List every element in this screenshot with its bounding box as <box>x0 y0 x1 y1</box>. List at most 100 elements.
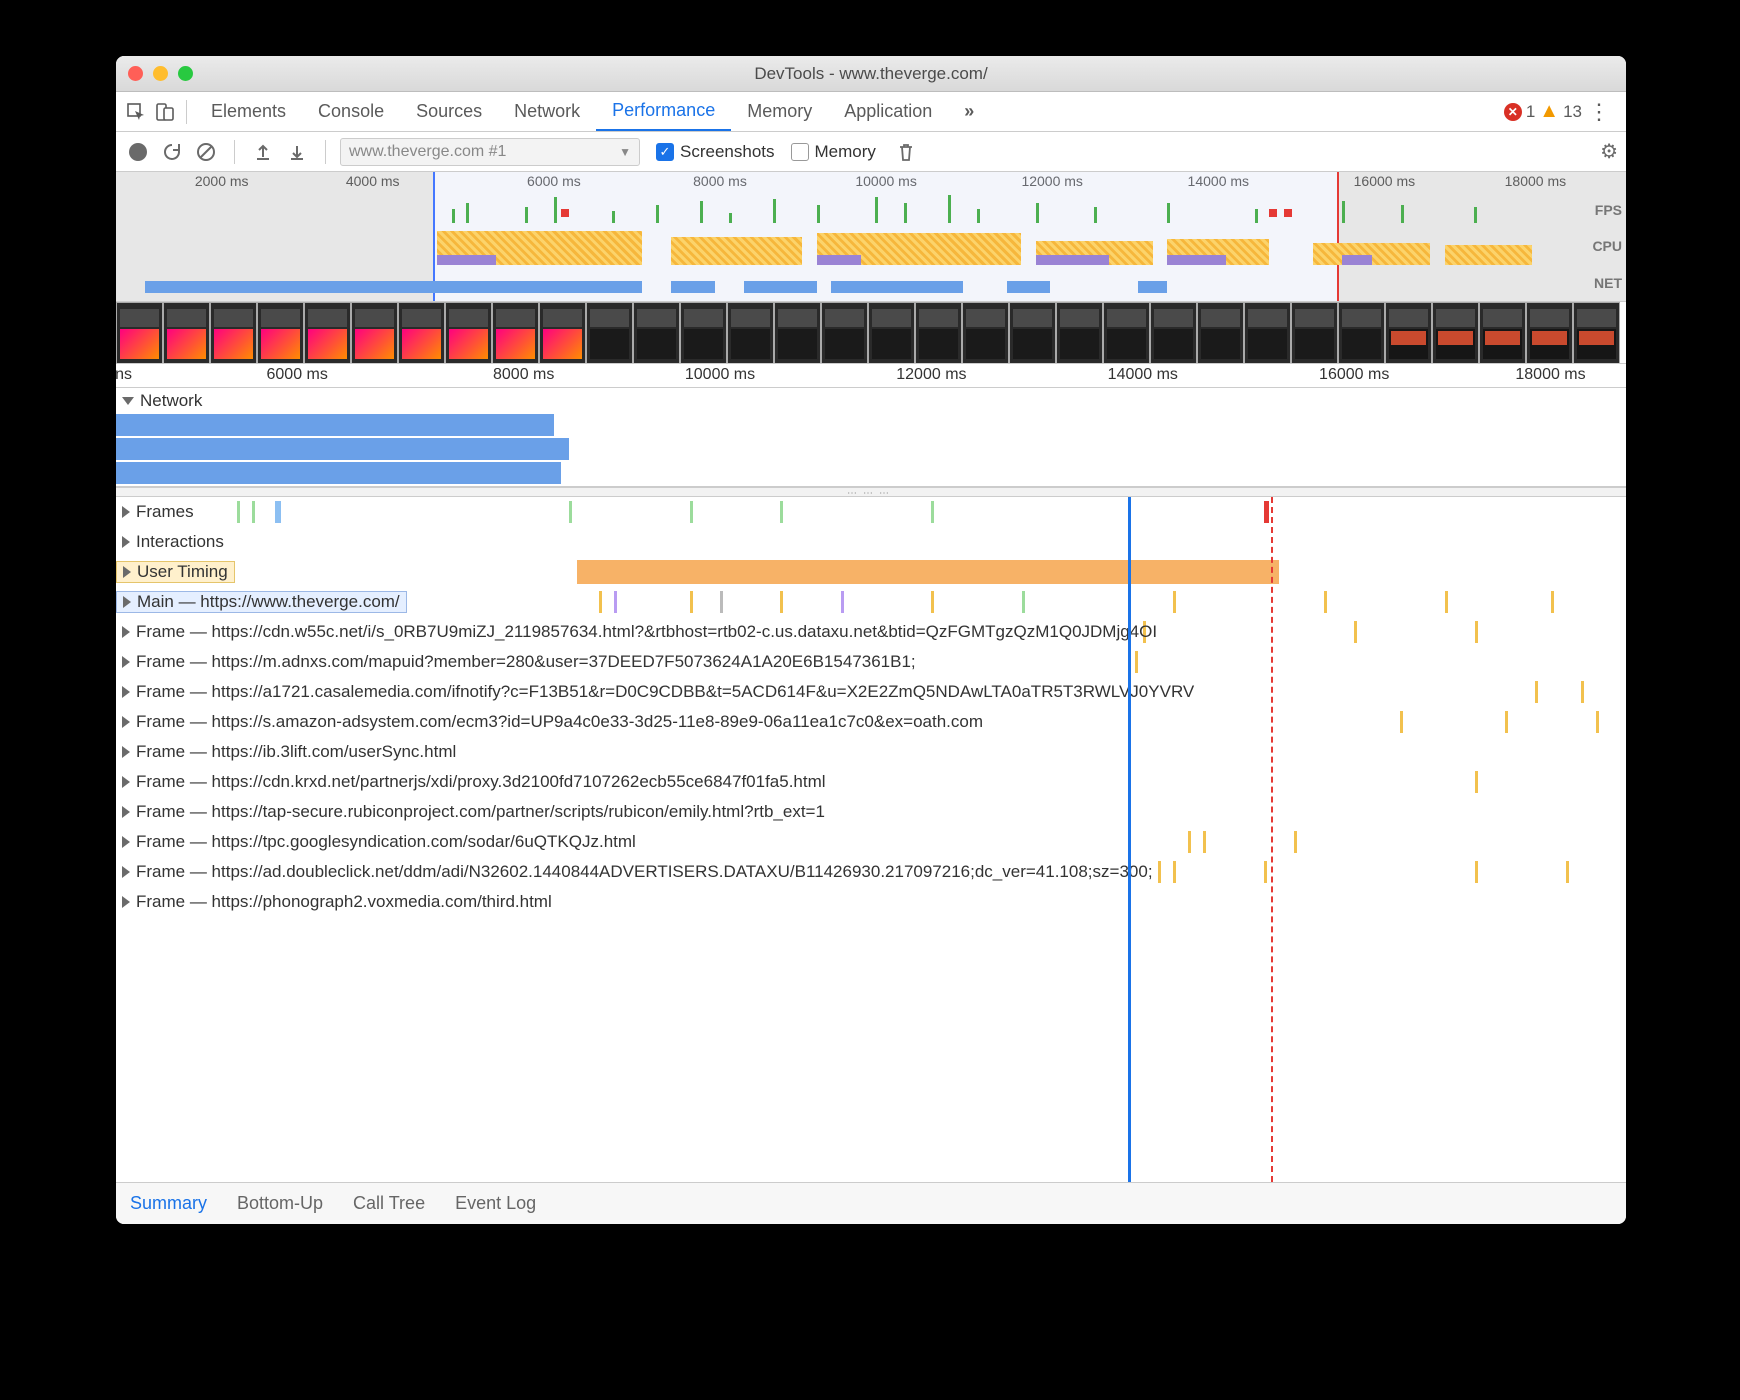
error-warning-badge[interactable]: ✕ 1 ▲ 13 <box>1504 100 1582 123</box>
filmstrip-thumb[interactable] <box>774 302 821 364</box>
tab-summary[interactable]: Summary <box>130 1193 207 1214</box>
tab-network[interactable]: Network <box>498 92 596 131</box>
load-profile-button[interactable] <box>249 138 277 166</box>
frame-row[interactable]: Frame — https://cdn.krxd.net/partnerjs/x… <box>116 767 1626 797</box>
maximize-window-button[interactable] <box>178 66 193 81</box>
inspect-element-icon[interactable] <box>122 98 150 126</box>
filmstrip-thumb[interactable] <box>633 302 680 364</box>
filmstrip-thumb[interactable] <box>539 302 586 364</box>
frame-row[interactable]: Frame — https://m.adnxs.com/mapuid?membe… <box>116 647 1626 677</box>
memory-label: Memory <box>815 142 876 162</box>
tab-sources[interactable]: Sources <box>400 92 498 131</box>
frame-row[interactable]: Frame — https://tpc.googlesyndication.co… <box>116 827 1626 857</box>
performance-toolbar: www.theverge.com #1 ▼ ✓ Screenshots Memo… <box>116 132 1626 172</box>
record-button[interactable] <box>124 138 152 166</box>
filmstrip-thumb[interactable] <box>351 302 398 364</box>
filmstrip-thumb[interactable] <box>586 302 633 364</box>
reload-record-button[interactable] <box>158 138 186 166</box>
tab-elements[interactable]: Elements <box>195 92 302 131</box>
frame-label: Frame — https://m.adnxs.com/mapuid?membe… <box>136 652 916 672</box>
tabs-overflow-icon[interactable]: » <box>948 92 990 131</box>
filmstrip-thumb[interactable] <box>1385 302 1432 364</box>
filmstrip-thumb[interactable] <box>1103 302 1150 364</box>
network-section: Network <box>116 388 1626 487</box>
filmstrip-thumb[interactable] <box>727 302 774 364</box>
frame-row[interactable]: Frame — https://ib.3lift.com/userSync.ht… <box>116 737 1626 767</box>
main-thread-row[interactable]: Main — https://www.theverge.com/ <box>116 587 1626 617</box>
disclosure-right-icon <box>122 836 130 848</box>
flame-chart[interactable]: Frames Interactions User Timing Main — h… <box>116 497 1626 1182</box>
filmstrip-thumb[interactable] <box>1432 302 1479 364</box>
save-profile-button[interactable] <box>283 138 311 166</box>
frame-label: Frame — https://cdn.krxd.net/partnerjs/x… <box>136 772 826 792</box>
frame-label: Frame — https://ib.3lift.com/userSync.ht… <box>136 742 456 762</box>
playhead-current[interactable] <box>1128 497 1131 1182</box>
memory-checkbox[interactable] <box>791 143 809 161</box>
filmstrip-thumb[interactable] <box>398 302 445 364</box>
close-window-button[interactable] <box>128 66 143 81</box>
tab-performance[interactable]: Performance <box>596 92 731 131</box>
minimize-window-button[interactable] <box>153 66 168 81</box>
tab-call-tree[interactable]: Call Tree <box>353 1193 425 1214</box>
filmstrip-thumb[interactable] <box>304 302 351 364</box>
network-header[interactable]: Network <box>116 388 1626 414</box>
user-timing-row[interactable]: User Timing <box>116 557 1626 587</box>
tab-event-log[interactable]: Event Log <box>455 1193 536 1214</box>
filmstrip-thumb[interactable] <box>210 302 257 364</box>
filmstrip-thumb[interactable] <box>1056 302 1103 364</box>
filmstrip-thumb[interactable] <box>1291 302 1338 364</box>
filmstrip-thumb[interactable] <box>1009 302 1056 364</box>
recording-selector-value: www.theverge.com #1 <box>349 143 506 161</box>
filmstrip-thumb[interactable] <box>915 302 962 364</box>
tab-bottom-up[interactable]: Bottom-Up <box>237 1193 323 1214</box>
error-icon: ✕ <box>1504 103 1522 121</box>
detail-ruler[interactable]: ns6000 ms8000 ms10000 ms12000 ms14000 ms… <box>116 364 1626 388</box>
frame-row[interactable]: Frame — https://cdn.w55c.net/i/s_0RB7U9m… <box>116 617 1626 647</box>
clear-button[interactable] <box>192 138 220 166</box>
device-toggle-icon[interactable] <box>150 98 178 126</box>
frames-row[interactable]: Frames <box>116 497 1626 527</box>
filmstrip-thumb[interactable] <box>1150 302 1197 364</box>
filmstrip-thumb[interactable] <box>257 302 304 364</box>
disclosure-right-icon <box>122 686 130 698</box>
window-title: DevTools - www.theverge.com/ <box>116 64 1626 84</box>
screenshots-checkbox[interactable]: ✓ <box>656 143 674 161</box>
settings-gear-icon[interactable]: ⚙ <box>1600 139 1618 164</box>
filmstrip-thumb[interactable] <box>962 302 1009 364</box>
more-menu-icon[interactable]: ⋮ <box>1582 99 1616 125</box>
frame-row[interactable]: Frame — https://s.amazon-adsystem.com/ec… <box>116 707 1626 737</box>
disclosure-right-icon <box>122 806 130 818</box>
screenshot-filmstrip[interactable]: document.write(Array.from({length:32},(_… <box>116 302 1626 364</box>
tab-application[interactable]: Application <box>828 92 948 131</box>
interactions-row[interactable]: Interactions <box>116 527 1626 557</box>
filmstrip-thumb[interactable] <box>116 302 163 364</box>
ruler-tick: 12000 ms <box>896 366 966 384</box>
frame-row[interactable]: Frame — https://a1721.casalemedia.com/if… <box>116 677 1626 707</box>
filmstrip-thumb[interactable] <box>445 302 492 364</box>
filmstrip-thumb[interactable] <box>868 302 915 364</box>
filmstrip-thumb[interactable] <box>1573 302 1620 364</box>
garbage-collect-button[interactable] <box>892 138 920 166</box>
filmstrip-thumb[interactable] <box>821 302 868 364</box>
filmstrip-thumb[interactable] <box>1479 302 1526 364</box>
tab-console[interactable]: Console <box>302 92 400 131</box>
filmstrip-thumb[interactable] <box>680 302 727 364</box>
frame-row[interactable]: Frame — https://phonograph2.voxmedia.com… <box>116 887 1626 917</box>
tab-memory[interactable]: Memory <box>731 92 828 131</box>
filmstrip-thumb[interactable] <box>1244 302 1291 364</box>
filmstrip-thumb[interactable] <box>1338 302 1385 364</box>
filmstrip-thumb[interactable] <box>163 302 210 364</box>
disclosure-right-icon <box>123 566 131 578</box>
frame-row[interactable]: Frame — https://tap-secure.rubiconprojec… <box>116 797 1626 827</box>
disclosure-right-icon <box>122 776 130 788</box>
recording-selector[interactable]: www.theverge.com #1 ▼ <box>340 138 640 166</box>
timeline-overview[interactable]: 2000 ms 4000 ms 6000 ms 8000 ms 10000 ms… <box>116 172 1626 302</box>
filmstrip-thumb[interactable] <box>1526 302 1573 364</box>
playhead-marker[interactable] <box>1271 497 1273 1182</box>
filmstrip-thumb[interactable] <box>492 302 539 364</box>
filmstrip-thumb[interactable] <box>1197 302 1244 364</box>
panel-tabbar: Elements Console Sources Network Perform… <box>116 92 1626 132</box>
frame-row[interactable]: Frame — https://ad.doubleclick.net/ddm/a… <box>116 857 1626 887</box>
resize-grip[interactable]: ⋯⋯⋯ <box>116 487 1626 497</box>
warning-count: 13 <box>1563 102 1582 122</box>
